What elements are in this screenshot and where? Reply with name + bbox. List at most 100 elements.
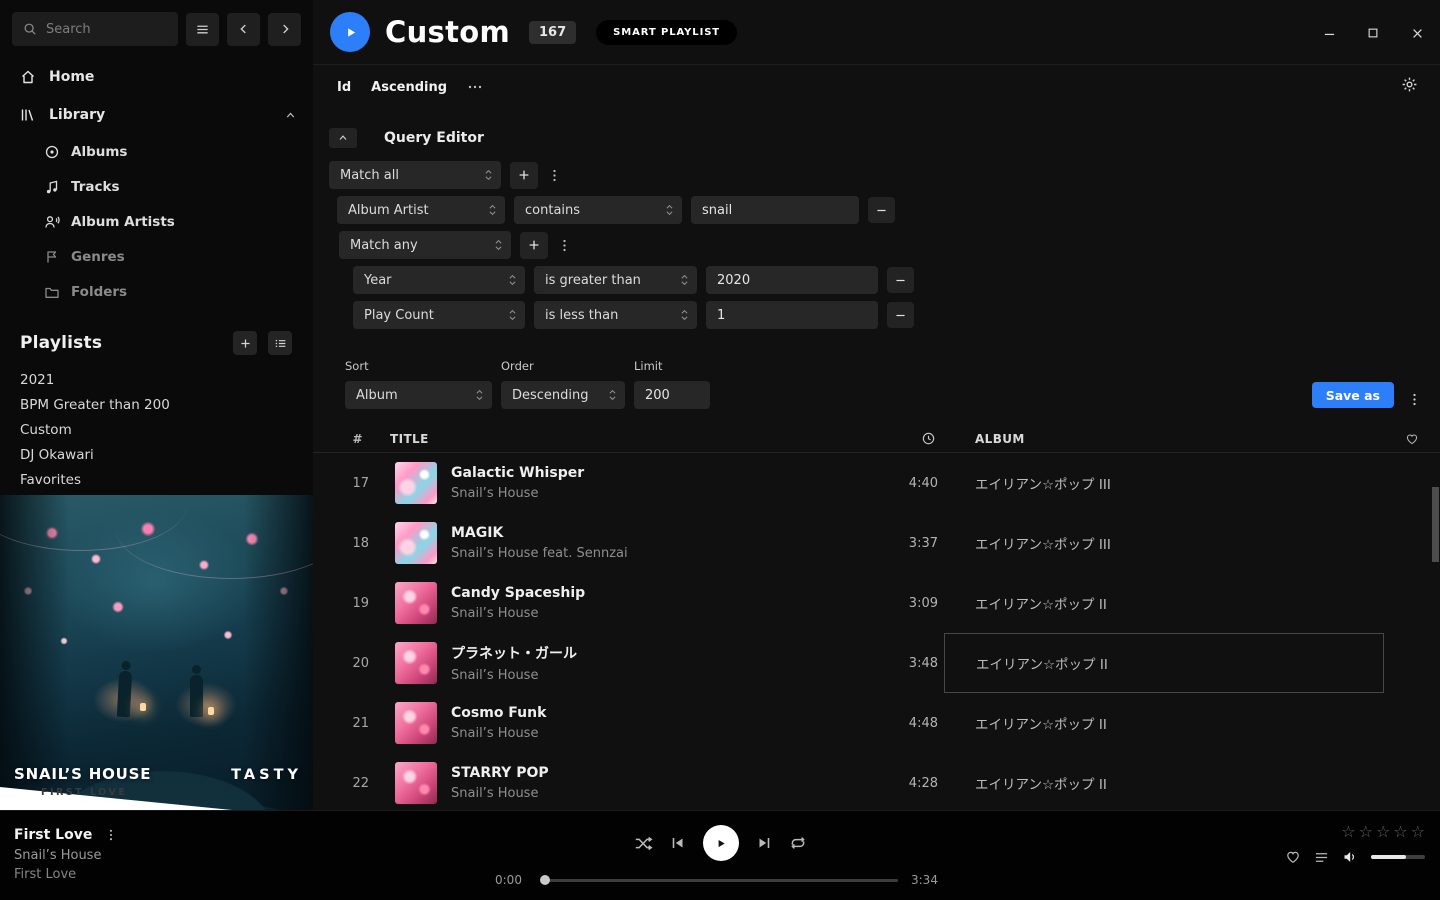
queue-icon [1314,850,1329,865]
clock-icon [921,431,936,446]
column-album[interactable]: ALBUM [944,432,1384,446]
column-favorite[interactable] [1384,432,1440,446]
playlist-item[interactable]: DJ Okawari [20,442,313,467]
limit-input[interactable] [634,381,710,409]
maximize-button[interactable] [1364,24,1382,42]
album-art-thumbnail [395,462,437,504]
minus-icon [894,274,907,287]
chevron-up-icon[interactable] [284,109,297,122]
remove-rule-button[interactable] [868,197,895,223]
column-index[interactable]: # [313,432,371,446]
sidebar-item-home[interactable]: Home [0,58,313,96]
playlist-item[interactable]: BPM Greater than 200 [20,392,313,417]
more-options-button[interactable] [467,79,483,95]
rule-value-input[interactable] [706,301,878,329]
table-row[interactable]: 18 MAGIKSnail’s House feat. Sennzai 3:37… [313,513,1440,573]
remove-rule-button[interactable] [887,267,914,293]
table-row[interactable]: 17 Galactic WhisperSnail’s House 4:40 エイ… [313,453,1440,513]
rule-field-select[interactable]: Year [353,266,525,294]
settings-button[interactable] [1401,76,1418,93]
playlists-title: Playlists [20,333,102,353]
album-art-thumbnail [395,582,437,624]
star-icon[interactable]: ☆ [1376,824,1390,840]
sidebar-item-folders[interactable]: Folders [0,274,313,309]
query-editor-header: Query Editor [329,125,1440,151]
seek-slider[interactable] [542,879,898,882]
column-title[interactable]: TITLE [371,432,834,446]
sidebar-item-albums[interactable]: Albums [0,134,313,169]
order-select[interactable]: Descending [501,381,625,409]
star-icon[interactable]: ☆ [1359,824,1373,840]
now-playing-menu-button[interactable] [104,828,118,842]
sort-order-label[interactable]: Ascending [371,80,447,95]
rule-menu-button[interactable] [557,238,572,253]
rule-field-select[interactable]: Album Artist [337,196,505,224]
home-icon [20,69,36,85]
playlist-item[interactable]: Favorites [20,467,313,492]
star-icon[interactable]: ☆ [1411,824,1425,840]
save-menu-button[interactable] [1407,392,1422,407]
minus-icon [875,204,888,217]
sort-select[interactable]: Album [345,381,492,409]
collapse-query-editor-button[interactable] [329,128,357,148]
add-playlist-button[interactable] [233,331,257,355]
rating-stars: ☆ ☆ ☆ ☆ ☆ [1341,824,1425,840]
table-row[interactable]: 19 Candy SpaceshipSnail’s House 3:09 エイリ… [313,573,1440,633]
add-rule-button[interactable] [520,232,548,259]
seek-knob[interactable] [540,875,550,885]
play-pause-button[interactable] [703,825,739,861]
track-album-focused-cell[interactable]: エイリアン☆ポップ II [944,633,1384,693]
rule-field-select[interactable]: Play Count [353,301,525,329]
volume-slider[interactable] [1371,855,1425,859]
menu-button[interactable] [186,13,219,46]
shuffle-button[interactable] [634,834,653,853]
star-icon[interactable]: ☆ [1341,824,1355,840]
table-row[interactable]: 21 Cosmo FunkSnail’s House 4:48 エイリアン☆ポッ… [313,693,1440,753]
add-rule-button[interactable] [510,162,538,189]
album-art-thumbnail [395,762,437,804]
track-title: Candy Spaceship [451,585,834,601]
next-button[interactable] [756,835,772,851]
sidebar-item-genres[interactable]: Genres [0,239,313,274]
search-input[interactable] [46,22,167,37]
previous-button[interactable] [670,835,686,851]
star-icon[interactable]: ☆ [1393,824,1407,840]
nav-back-button[interactable] [227,13,260,46]
rule-operator-select[interactable]: contains [514,196,682,224]
minimize-button[interactable] [1320,24,1338,42]
shuffle-icon [634,834,653,853]
search-box[interactable] [12,12,178,46]
repeat-button[interactable] [789,834,807,852]
chevron-left-icon [237,22,251,36]
table-row[interactable]: 22 STARRY POPSnail’s House 4:28 エイリアン☆ポッ… [313,753,1440,813]
nav-forward-button[interactable] [268,13,301,46]
rule-operator-select[interactable]: is less than [534,301,697,329]
group-match-select[interactable]: Match any [339,231,511,259]
sidebar-item-library[interactable]: Library [0,96,313,134]
sidebar-item-album-artists[interactable]: Album Artists [0,204,313,239]
save-as-button[interactable]: Save as [1312,382,1394,408]
query-rule-row: Album Artist contains [337,196,1440,224]
root-match-select[interactable]: Match all [329,161,501,189]
column-duration[interactable] [834,431,944,446]
now-playing-artist[interactable]: Snail’s House [14,848,118,863]
play-playlist-button[interactable] [330,12,370,52]
queue-button[interactable] [1314,850,1329,865]
playlist-list-button[interactable] [268,331,292,355]
rule-menu-button[interactable] [547,168,562,183]
rule-value-input[interactable] [691,196,859,224]
sidebar-item-tracks[interactable]: Tracks [0,169,313,204]
now-playing-album[interactable]: First Love [14,867,118,882]
scrollbar-thumb[interactable] [1432,487,1439,562]
favorite-button[interactable] [1285,849,1301,865]
sort-field-label[interactable]: Id [337,80,351,95]
track-duration: 3:48 [834,656,944,671]
playlist-item[interactable]: Custom [20,417,313,442]
table-row[interactable]: 20 プラネット・ガールSnail’s House 3:48 エイリアン☆ポップ… [313,633,1440,693]
close-button[interactable] [1408,24,1426,42]
remove-rule-button[interactable] [887,302,914,328]
rule-operator-select[interactable]: is greater than [534,266,697,294]
rule-value-input[interactable] [706,266,878,294]
volume-button[interactable] [1342,849,1358,865]
playlist-item[interactable]: 2021 [20,367,313,392]
